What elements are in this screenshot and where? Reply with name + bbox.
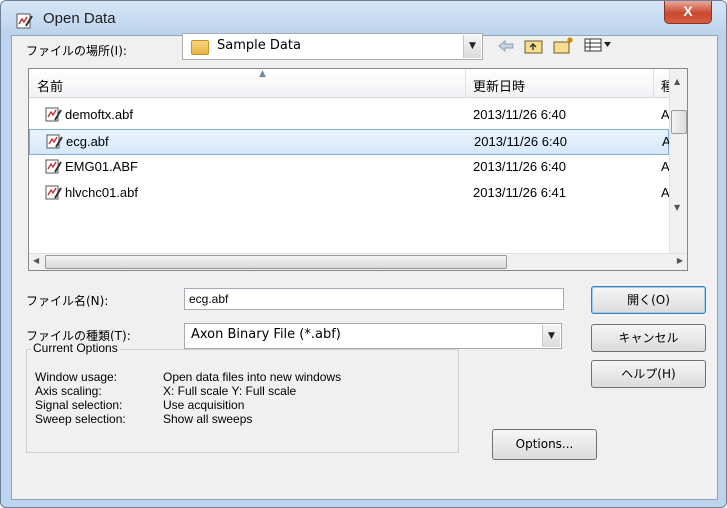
scroll-right-icon[interactable]: ▶ [677, 256, 683, 265]
option-key: Axis scaling: [35, 384, 102, 398]
list-item-selected[interactable]: ecg.abf 2013/11/26 6:40 A [29, 129, 671, 155]
chevron-down-icon[interactable]: ▼ [542, 325, 560, 347]
horizontal-scroll-thumb[interactable] [45, 255, 507, 269]
abf-file-icon [45, 185, 62, 200]
vertical-scroll-thumb[interactable] [671, 110, 687, 134]
option-value: Use acquisition [163, 398, 245, 412]
filename-input[interactable] [184, 288, 564, 310]
filename-label: ファイル名(N): [26, 294, 109, 308]
close-button[interactable]: X [664, 1, 712, 24]
scroll-up-icon[interactable]: ▲ [674, 77, 680, 86]
dialog-client: ファイルの場所(I): Sample Data ▼ 名前 ▲ 更新日時 種 de… [11, 33, 718, 500]
abf-file-icon [46, 134, 63, 149]
look-in-value: Sample Data [217, 38, 301, 53]
list-item[interactable]: EMG01.ABF 2013/11/26 6:40 A [29, 155, 670, 181]
abf-file-icon [45, 107, 62, 122]
option-value: Open data files into new windows [163, 370, 342, 384]
list-header: 名前 ▲ 更新日時 種 [29, 69, 687, 98]
header-name[interactable]: 名前 [37, 76, 63, 95]
current-options-group: Current Options Window usage: Open data … [26, 341, 459, 453]
look-in-combo[interactable]: Sample Data ▼ [182, 33, 483, 60]
option-value: Show all sweeps [163, 412, 253, 426]
up-folder-icon[interactable] [524, 37, 544, 54]
abf-file-icon [45, 159, 62, 174]
app-icon [16, 13, 33, 29]
look-in-label: ファイルの場所(I): [26, 44, 127, 58]
new-folder-icon[interactable] [553, 36, 575, 54]
vertical-scrollbar[interactable]: ▲ ▼ [669, 69, 687, 254]
open-button[interactable]: 開く(O) [591, 286, 706, 314]
list-item[interactable]: demoftx.abf 2013/11/26 6:40 A [29, 103, 670, 129]
sort-arrow-icon: ▲ [259, 69, 266, 79]
option-key: Signal selection: [35, 398, 123, 412]
options-button[interactable]: Options... [492, 429, 597, 460]
window-title: Open Data [43, 10, 116, 27]
horizontal-scrollbar[interactable]: ◀ ▶ [29, 253, 687, 270]
option-value: X: Full scale Y: Full scale [163, 384, 297, 398]
option-key: Window usage: [35, 370, 118, 384]
scroll-down-icon[interactable]: ▼ [674, 203, 680, 212]
current-options-legend: Current Options [31, 341, 120, 355]
back-arrow-icon[interactable] [498, 39, 514, 53]
filetype-combo[interactable]: Axon Binary File (*.abf) ▼ [184, 323, 562, 349]
chevron-down-icon[interactable]: ▼ [463, 35, 481, 58]
header-date[interactable]: 更新日時 [473, 76, 525, 95]
scroll-left-icon[interactable]: ◀ [33, 256, 39, 265]
filetype-value: Axon Binary File (*.abf) [191, 327, 341, 342]
folder-icon [191, 40, 209, 55]
help-button[interactable]: ヘルプ(H) [591, 360, 706, 388]
view-menu-icon[interactable] [584, 38, 612, 52]
open-data-dialog: Open Data X ファイルの場所(I): Sample Data ▼ 名前… [0, 0, 727, 508]
list-item[interactable]: hlvchc01.abf 2013/11/26 6:41 A [29, 181, 670, 207]
cancel-button[interactable]: キャンセル [591, 324, 706, 352]
file-list[interactable]: 名前 ▲ 更新日時 種 demoftx.abf 2013/11/26 6:40 … [28, 68, 688, 271]
option-key: Sweep selection: [35, 412, 126, 426]
